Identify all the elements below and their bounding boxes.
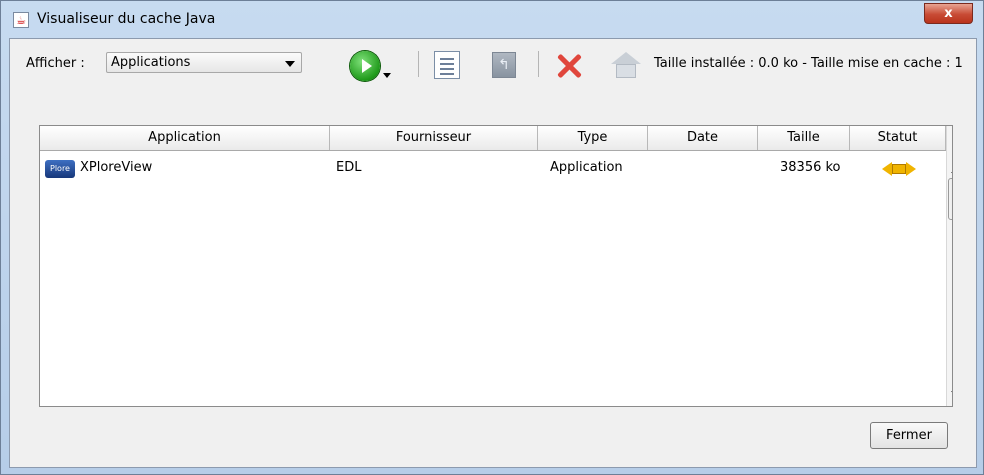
cache-viewer-window: ☕ Visualiseur du cache Java x Afficher :… bbox=[0, 0, 984, 475]
run-icon[interactable] bbox=[350, 51, 380, 81]
window-title: Visualiseur du cache Java bbox=[37, 11, 216, 27]
scroll-down-icon[interactable] bbox=[951, 391, 952, 396]
delete-icon[interactable] bbox=[554, 51, 584, 81]
install-shortcut-icon[interactable]: ↰ bbox=[492, 52, 516, 78]
vertical-scrollbar[interactable] bbox=[946, 126, 952, 406]
show-select[interactable]: Applications bbox=[106, 52, 302, 73]
table-row[interactable]: Plore XPloreView EDL Application 38356 k… bbox=[40, 154, 946, 182]
toolbar: Afficher : Applications ↰ Taille install… bbox=[10, 39, 976, 81]
cell-vendor: EDL bbox=[336, 160, 362, 175]
column-header-status[interactable]: Statut bbox=[850, 126, 946, 150]
close-button[interactable]: Fermer bbox=[870, 422, 948, 449]
run-dropdown-icon[interactable] bbox=[383, 73, 391, 78]
toolbar-separator bbox=[538, 51, 539, 77]
column-header-type[interactable]: Type bbox=[538, 126, 648, 150]
show-jnlp-icon[interactable] bbox=[434, 51, 460, 79]
scroll-up-icon[interactable] bbox=[951, 168, 952, 173]
column-header-date[interactable]: Date bbox=[648, 126, 758, 150]
scroll-thumb[interactable] bbox=[948, 178, 952, 220]
show-label: Afficher : bbox=[26, 56, 85, 71]
cell-type: Application bbox=[550, 160, 623, 175]
column-header-application[interactable]: Application bbox=[40, 126, 330, 150]
table-header: Application Fournisseur Type Date Taille… bbox=[40, 126, 946, 151]
status-update-icon bbox=[882, 162, 916, 176]
column-header-vendor[interactable]: Fournisseur bbox=[330, 126, 538, 150]
title-bar[interactable]: ☕ Visualiseur du cache Java x bbox=[1, 1, 983, 37]
window-close-button[interactable]: x bbox=[924, 3, 973, 24]
toolbar-separator bbox=[418, 51, 419, 77]
cache-size-info: Taille installée : 0.0 ko - Taille mise … bbox=[654, 56, 963, 71]
application-table: Application Fournisseur Type Date Taille… bbox=[39, 125, 953, 407]
xploreview-app-icon: Plore bbox=[45, 160, 75, 178]
home-icon[interactable] bbox=[611, 52, 641, 78]
cell-application: XPloreView bbox=[80, 160, 153, 175]
java-icon: ☕ bbox=[13, 12, 29, 28]
show-select-value: Applications bbox=[111, 55, 191, 70]
chevron-down-icon bbox=[285, 61, 295, 67]
client-area: Afficher : Applications ↰ Taille install… bbox=[9, 38, 977, 468]
column-header-size[interactable]: Taille bbox=[758, 126, 850, 150]
cell-size: 38356 ko bbox=[780, 160, 841, 175]
